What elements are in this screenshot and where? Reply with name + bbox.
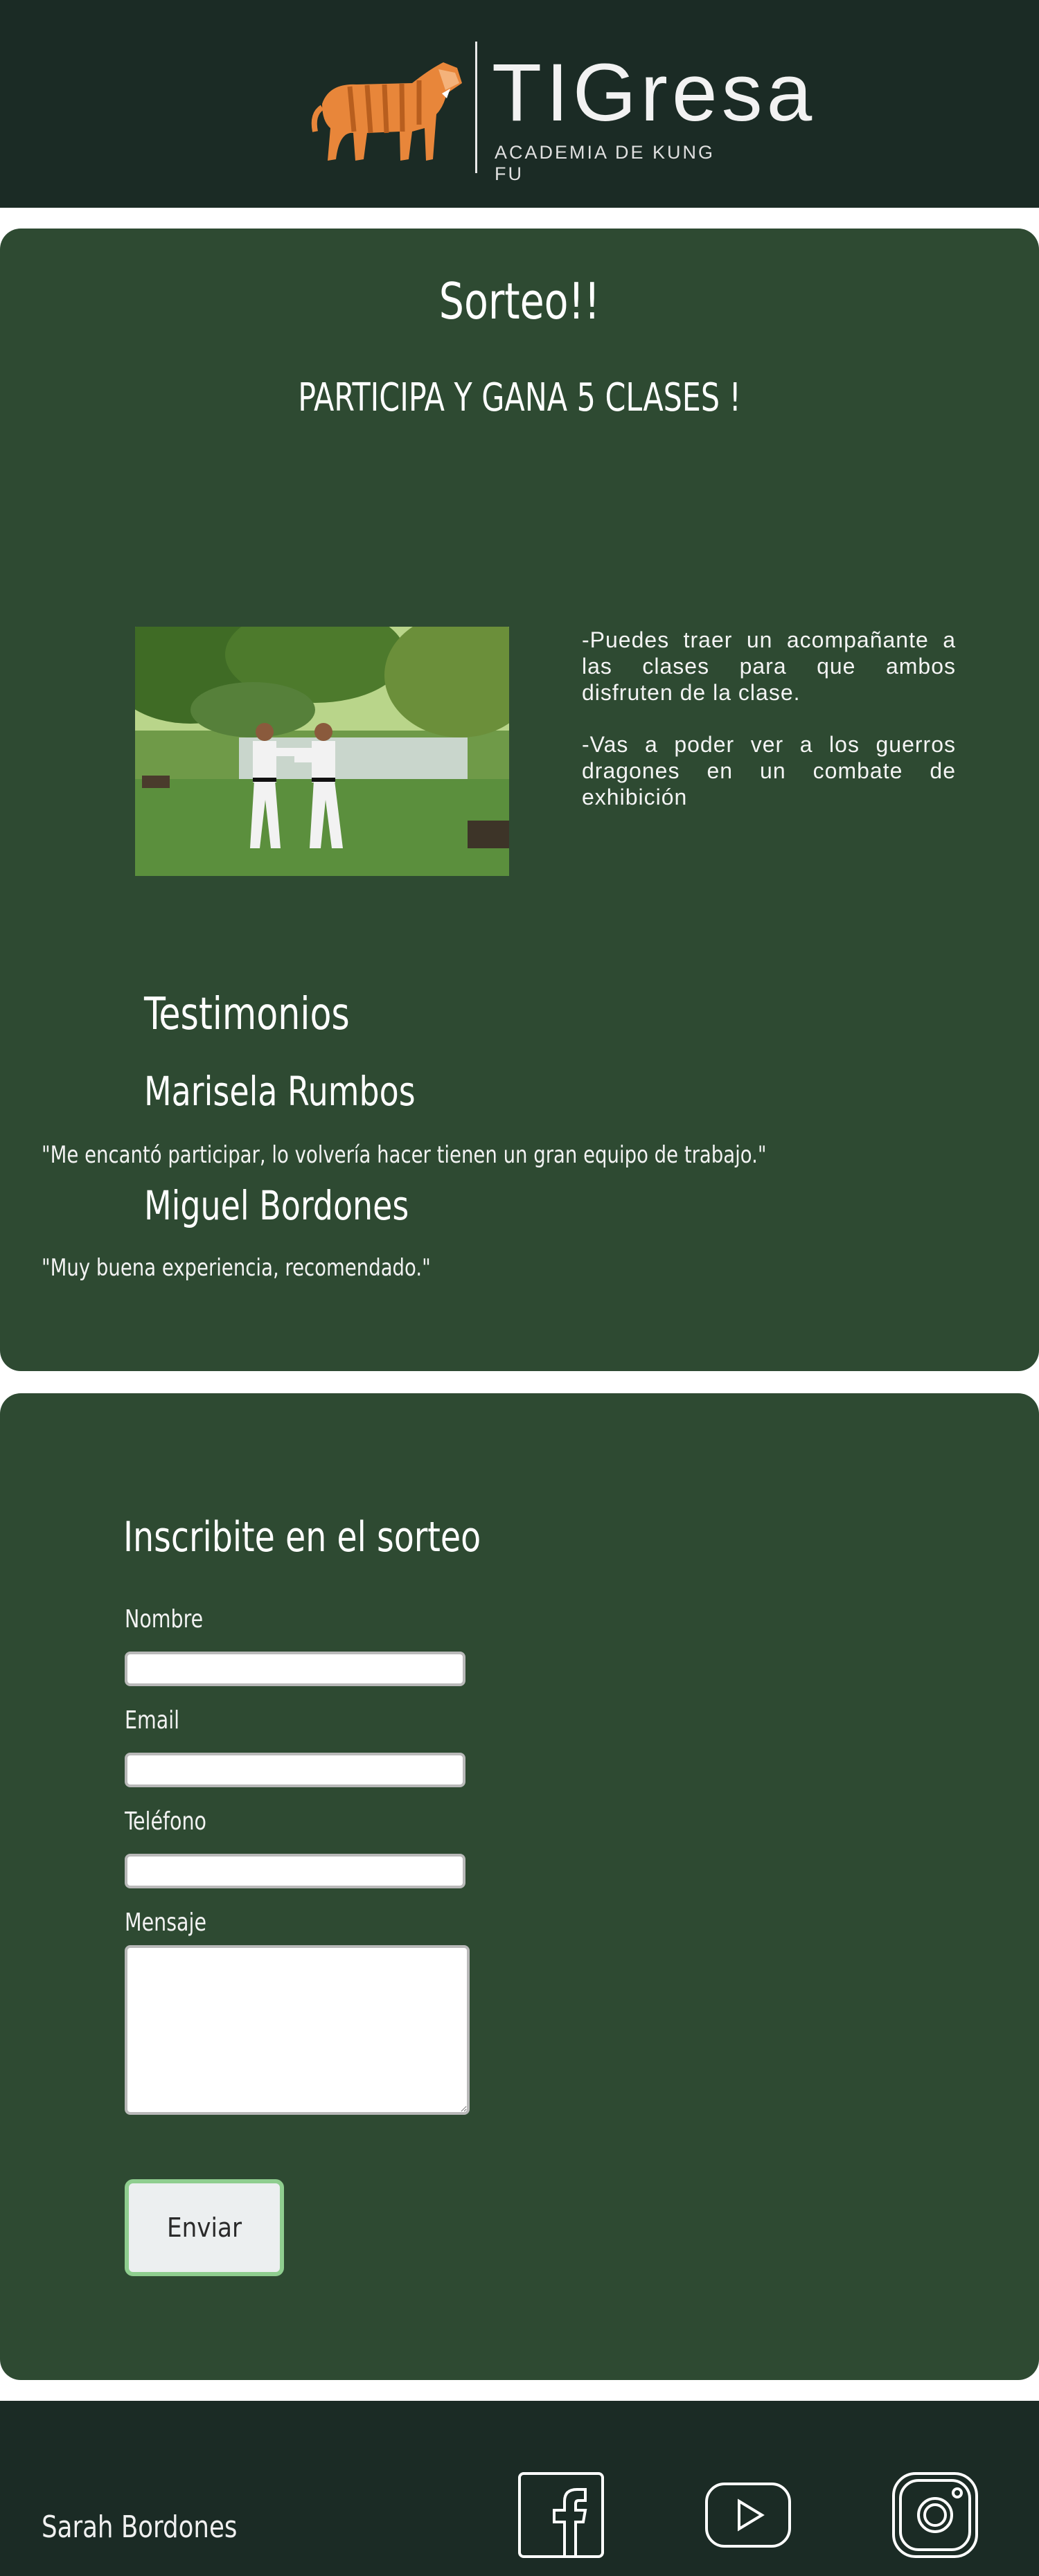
logo-divider [475, 42, 477, 173]
phone-input[interactable] [125, 1854, 465, 1888]
testimonial-quote: "Me encantó participar, lo volvería hace… [42, 1141, 767, 1169]
site-footer: Sarah Bordones [0, 2401, 1039, 2576]
testimonial-author: Miguel Bordones [144, 1182, 409, 1229]
message-textarea[interactable] [125, 1945, 470, 2115]
instagram-link[interactable] [890, 2470, 980, 2560]
submit-button[interactable]: Enviar [125, 2179, 284, 2276]
instagram-icon [892, 2472, 978, 2558]
footer-author: Sarah Bordones [42, 2510, 238, 2545]
perk-text: -Puedes traer un acompañante a las clase… [582, 627, 956, 705]
facebook-icon [518, 2472, 604, 2558]
brand-tagline: ACADEMIA DE KUNG FU [495, 142, 716, 184]
facebook-link[interactable] [516, 2470, 606, 2560]
testimonial-author: Marisela Rumbos [144, 1068, 416, 1115]
name-input[interactable] [125, 1652, 465, 1686]
testimonial-quote: "Muy buena experiencia, recomendado." [42, 1254, 431, 1282]
perk-text: -Vas a poder ver a los guerros dragones … [582, 732, 956, 810]
brand-logo[interactable]: TIGresa ACADEMIA DE KUNG FU [308, 38, 812, 184]
email-input[interactable] [125, 1753, 465, 1787]
message-label: Mensaje [125, 1908, 206, 1937]
youtube-icon [705, 2483, 791, 2548]
name-label: Nombre [125, 1605, 204, 1634]
email-label: Email [125, 1706, 180, 1735]
promo-section: Sorteo!! PARTICIPA Y GANA 5 CLASES ! -Pu… [0, 229, 1039, 1371]
kung-fu-photo [135, 627, 509, 876]
site-header: TIGresa ACADEMIA DE KUNG FU [0, 0, 1039, 208]
promo-title: Sorteo!! [438, 272, 601, 330]
testimonials-heading: Testimonios [144, 989, 350, 1040]
phone-label: Teléfono [125, 1807, 206, 1836]
promo-subtitle: PARTICIPA Y GANA 5 CLASES ! [298, 375, 741, 420]
signup-section: Inscribite en el sorteo Nombre Email Tel… [0, 1393, 1039, 2380]
form-title: Inscribite en el sorteo [123, 1513, 481, 1562]
promo-perks: -Puedes traer un acompañante a las clase… [582, 627, 956, 836]
youtube-link[interactable] [703, 2470, 793, 2560]
brand-name: TIGresa [492, 47, 817, 138]
tiger-logo-icon [311, 62, 462, 161]
